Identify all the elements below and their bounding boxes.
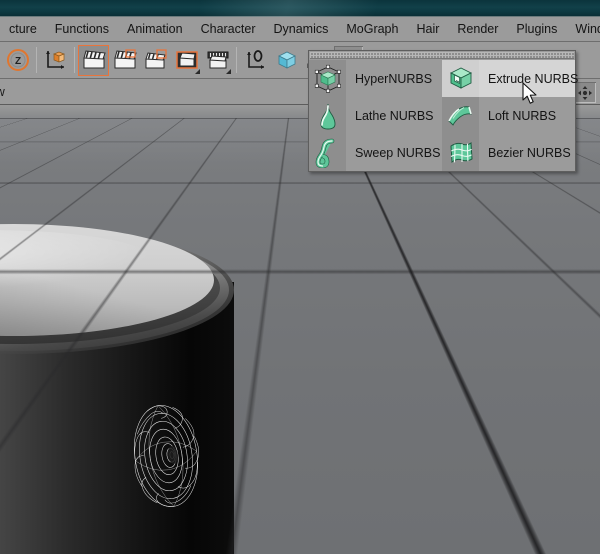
- model-mode-clapper-icon[interactable]: [110, 45, 139, 75]
- toolbar-separator: [74, 47, 75, 73]
- menu-item-hair[interactable]: Hair: [407, 20, 448, 38]
- menu-item-label: HyperNURBS: [355, 71, 433, 86]
- menu-item-window[interactable]: Window: [566, 20, 600, 38]
- toolbar-separator: [36, 47, 37, 73]
- loft-surface-icon: [442, 97, 479, 134]
- lathe-vase-icon: [309, 97, 346, 134]
- viewport-title: iew: [0, 84, 5, 99]
- handle-torus-wireframe[interactable]: [116, 395, 216, 517]
- extrude-cube-icon: [442, 60, 479, 97]
- menu-item-lathe-nurbs[interactable]: Lathe NURBS: [309, 97, 442, 134]
- hypernurbs-cage-icon: [309, 60, 346, 97]
- window-title-bar: [0, 0, 600, 17]
- menu-item-render[interactable]: Render: [448, 20, 507, 38]
- menu-item-functions[interactable]: Functions: [46, 20, 118, 38]
- sweep-spiral-icon: [309, 134, 346, 171]
- menu-bar: cture Functions Animation Character Dyna…: [0, 17, 600, 42]
- menu-item-mograph[interactable]: MoGraph: [337, 20, 407, 38]
- menu-item-bezier-nurbs[interactable]: Bezier NURBS: [442, 134, 575, 171]
- texture-mode-icon[interactable]: [172, 45, 201, 75]
- toolbar-separator: [236, 47, 237, 73]
- menu-item-extrude-nurbs[interactable]: Extrude NURBS: [442, 60, 579, 97]
- drag-grip-icon[interactable]: [310, 52, 574, 59]
- menu-item-label: Bezier NURBS: [488, 145, 571, 160]
- menu-item-animation[interactable]: Animation: [118, 20, 192, 38]
- menu-item-label: Sweep NURBS: [355, 145, 441, 160]
- menu-item-structure[interactable]: cture: [0, 20, 46, 38]
- menu-item-character[interactable]: Character: [192, 20, 265, 38]
- menu-item-plugins[interactable]: Plugins: [507, 20, 566, 38]
- nurbs-palette-body: HyperNURBS Lathe NURBS Sweep NURBS Extru…: [309, 60, 579, 171]
- menu-item-sweep-nurbs[interactable]: Sweep NURBS: [309, 134, 442, 171]
- svg-text:Z: Z: [14, 56, 20, 67]
- toolbar-group-modes: [78, 44, 233, 77]
- menu-item-loft-nurbs[interactable]: Loft NURBS: [442, 97, 575, 134]
- title-bar-sheen: [200, 0, 420, 17]
- nurbs-palette-popup[interactable]: HyperNURBS Lathe NURBS Sweep NURBS Extru…: [308, 50, 579, 172]
- toolbar-flyout-corner-icon: [226, 68, 231, 74]
- primitive-cube-icon[interactable]: [272, 45, 301, 75]
- menu-item-label: Loft NURBS: [488, 108, 557, 123]
- undo-z-icon[interactable]: Z: [3, 45, 32, 75]
- toolbar-group-undo: Z: [2, 44, 33, 77]
- animation-mode-icon[interactable]: [203, 45, 232, 75]
- menu-item-dynamics[interactable]: Dynamics: [264, 20, 337, 38]
- menu-item-hypernurbs[interactable]: HyperNURBS: [309, 60, 442, 97]
- nurbs-palette-column-left: HyperNURBS Lathe NURBS Sweep NURBS: [309, 60, 442, 171]
- axis-zero-icon[interactable]: [241, 45, 270, 75]
- bezier-patch-icon: [442, 134, 479, 171]
- nurbs-palette-column-right: Extrude NURBS Loft NURBS Bezier NURBS: [442, 60, 579, 171]
- object-mode-clapper-icon[interactable]: [141, 45, 170, 75]
- coordinate-cube-icon[interactable]: [41, 45, 70, 75]
- toolbar-group-coordinates: [40, 44, 71, 77]
- toolbar-flyout-corner-icon: [195, 68, 200, 74]
- menu-item-label: Extrude NURBS: [488, 71, 579, 86]
- make-editable-clapper-icon[interactable]: [78, 44, 109, 76]
- menu-item-label: Lathe NURBS: [355, 108, 434, 123]
- viewport-canvas[interactable]: [0, 105, 600, 554]
